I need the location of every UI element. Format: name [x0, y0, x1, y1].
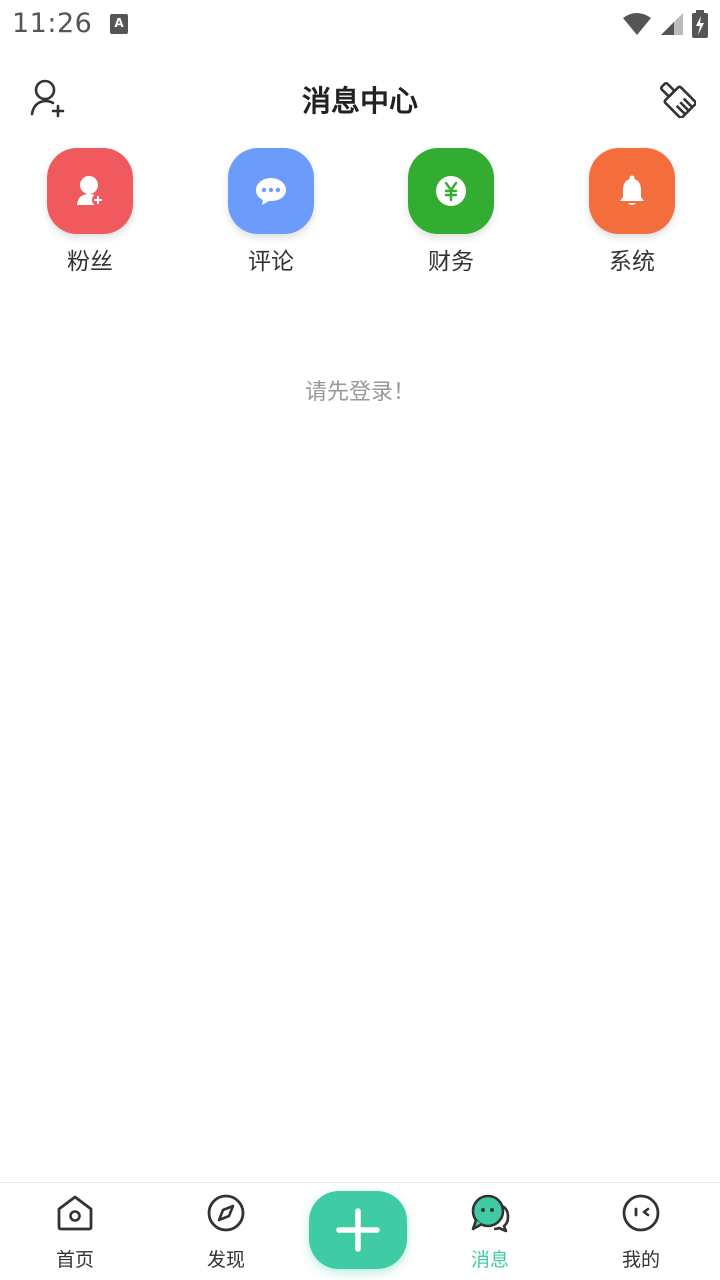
category-finance[interactable]: 财务 [396, 148, 506, 276]
category-label: 财务 [428, 249, 474, 275]
person-add-icon [77, 176, 104, 206]
bell-icon [620, 175, 644, 205]
page-title: 消息中心 [301, 84, 418, 118]
profile-face-icon [622, 1194, 660, 1232]
category-fans[interactable]: 粉丝 [35, 148, 145, 276]
broom-icon [659, 81, 697, 119]
cellular-signal-icon [661, 13, 683, 35]
category-label: 粉丝 [67, 249, 113, 275]
login-prompt: 请先登录！ [304, 380, 415, 405]
create-post-button[interactable] [309, 1191, 407, 1269]
category-system[interactable]: 系统 [577, 148, 687, 276]
yen-coin-icon [436, 176, 466, 206]
nav-discover[interactable]: 发现 [176, 1193, 276, 1272]
bottom-nav: 首页 发现 消息 我的 [0, 1182, 720, 1280]
status-time: 11:26 [12, 8, 93, 39]
system-icon-tile [589, 148, 675, 234]
status-bar: 11:26 A [0, 0, 720, 50]
category-label: 评论 [248, 249, 294, 275]
clear-messages-button[interactable] [656, 78, 697, 119]
nav-label: 发现 [206, 1249, 245, 1271]
nav-label: 我的 [621, 1249, 660, 1271]
category-comments[interactable]: 评论 [216, 148, 326, 276]
nav-label: 首页 [55, 1249, 94, 1271]
header: 消息中心 [0, 60, 720, 136]
finance-icon-tile [408, 148, 494, 234]
nav-home[interactable]: 首页 [25, 1193, 125, 1272]
home-icon [57, 1195, 93, 1231]
chat-bubble-icon [256, 178, 286, 205]
comments-icon-tile [228, 148, 314, 234]
nav-profile[interactable]: 我的 [591, 1193, 691, 1272]
nav-label: 消息 [470, 1249, 509, 1271]
plus-icon [336, 1208, 380, 1252]
notification-icon: A [110, 14, 128, 34]
compass-icon [207, 1194, 245, 1232]
wifi-icon [623, 13, 651, 35]
category-label: 系统 [609, 249, 655, 275]
nav-messages[interactable]: 消息 [440, 1193, 540, 1272]
message-categories: 粉丝 评论 财务 系统 [0, 148, 720, 278]
battery-charging-icon [692, 10, 708, 38]
status-icons [622, 10, 708, 38]
fans-icon-tile [47, 148, 133, 234]
message-icon [471, 1194, 510, 1233]
